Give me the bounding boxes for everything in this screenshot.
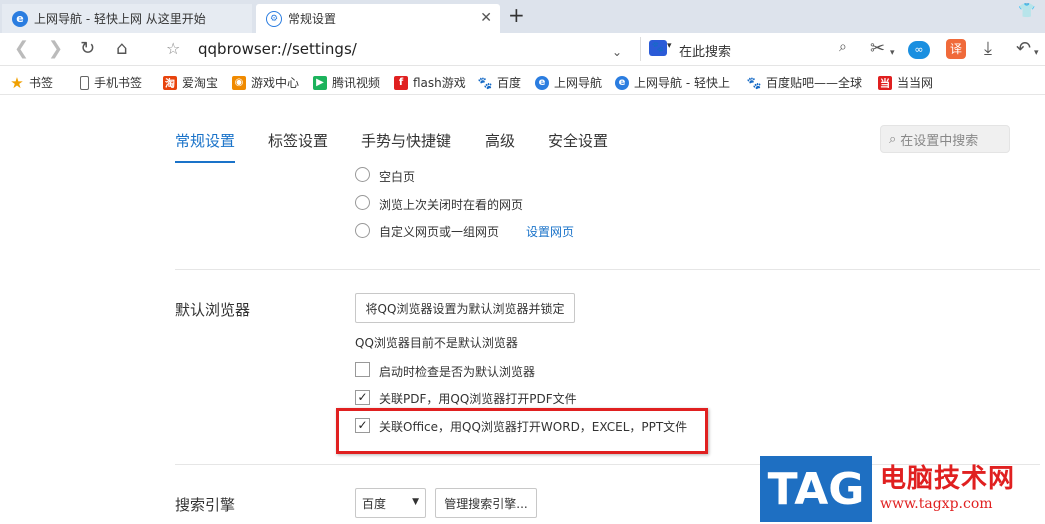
flash-icon: f: [394, 75, 408, 90]
translate-icon[interactable]: 译: [946, 39, 966, 59]
bookmark-label: 上网导航: [554, 76, 603, 90]
radio-blank-page[interactable]: [355, 167, 370, 182]
radio-custom-pages[interactable]: [355, 223, 370, 238]
forward-icon[interactable]: ❯: [48, 39, 63, 59]
bookmark-item[interactable]: ▶ 腾讯视频: [313, 74, 380, 91]
checkbox-label: 关联PDF，用QQ浏览器打开PDF文件: [379, 392, 577, 406]
chevron-down-icon[interactable]: ⌄: [612, 42, 622, 62]
checkbox-label: 启动时检查是否为默认浏览器: [379, 365, 536, 379]
search-box[interactable]: 🐾 ▾ 在此搜索 ⌕: [640, 37, 862, 61]
checkbox-check-default[interactable]: [355, 362, 370, 377]
tab-navigation[interactable]: e 上网导航 - 轻快上网 从这里开始: [2, 4, 252, 33]
bookmark-label: 上网导航 - 轻快上: [634, 76, 730, 90]
bookmark-label: 腾讯视频: [332, 76, 381, 90]
chevron-down-icon[interactable]: ▾: [667, 41, 672, 51]
watermark-logo: TAG: [760, 456, 872, 522]
bookmarks-bar: ★ 书签 手机书签 淘爱淘宝 ◉ 游戏中心 ▶ 腾讯视频 f flash游戏 🐾 百度 e…: [0, 67, 1045, 95]
scissors-icon[interactable]: ✂: [870, 39, 885, 59]
section-heading: 搜索引擎: [175, 496, 236, 514]
search-icon[interactable]: ⌕: [839, 39, 847, 55]
dangdang-icon: 当: [878, 75, 892, 90]
settings-search-input[interactable]: ⌕ 在设置中搜索: [880, 125, 1010, 153]
set-default-browser-button[interactable]: 将QQ浏览器设置为默认浏览器并锁定: [355, 293, 575, 323]
search-engine-select[interactable]: 百度 ▼: [355, 488, 426, 518]
address-bar[interactable]: qqbrowser://settings/: [198, 40, 357, 58]
back-icon[interactable]: ❮: [14, 39, 29, 59]
star-bookmark-icon[interactable]: ☆: [166, 39, 180, 59]
set-pages-link[interactable]: 设置网页: [526, 223, 574, 240]
toolbar: ❮ ❯ ↻ ⌂ ☆ qqbrowser://settings/ ⌄ 🐾 ▾ 在此…: [0, 33, 1045, 66]
radio-last-session[interactable]: [355, 195, 370, 210]
bookmark-item[interactable]: 当当当网: [878, 74, 933, 91]
bookmark-item[interactable]: 手机书签: [80, 74, 142, 91]
tab-advanced[interactable]: 高级: [485, 130, 515, 151]
bookmark-item[interactable]: 🐾 百度贴吧——全球: [747, 74, 862, 91]
option-label: 空白页: [379, 170, 416, 184]
section-heading: 默认浏览器: [175, 301, 251, 319]
undo-icon[interactable]: ↶: [1016, 39, 1031, 59]
settings-gear-icon: ⚙: [266, 10, 282, 27]
chevron-down-icon[interactable]: ▾: [1034, 43, 1039, 63]
tab-gestures-shortcuts[interactable]: 手势与快捷键: [361, 130, 451, 151]
chevron-down-icon[interactable]: ▾: [890, 43, 895, 63]
bookmark-label: flash游戏: [413, 76, 466, 90]
watermark-url: www.tagxp.com: [880, 496, 993, 512]
default-browser-status: QQ浏览器目前不是默认浏览器: [355, 336, 518, 350]
tab-label: 上网导航 - 轻快上网 从这里开始: [34, 12, 206, 26]
tab-bar: e 上网导航 - 轻快上网 从这里开始 ⚙ 常规设置 ✕ + 👕: [0, 0, 1045, 33]
settings-page: 常规设置 标签设置 手势与快捷键 高级 安全设置 ⌕ 在设置中搜索 空白页 浏览…: [0, 96, 1045, 524]
home-icon[interactable]: ⌂: [116, 39, 127, 59]
settings-search-placeholder: 在设置中搜索: [900, 133, 979, 149]
new-tab-icon[interactable]: +: [508, 3, 525, 27]
bookmark-label: 百度: [497, 76, 522, 90]
bookmark-label: 当当网: [897, 76, 934, 90]
search-input[interactable]: 在此搜索: [679, 41, 731, 60]
star-icon: ★: [10, 73, 24, 92]
video-icon: ▶: [313, 75, 327, 90]
highlight-box: [336, 408, 708, 454]
phone-icon: [80, 75, 89, 90]
taobao-icon: 淘: [163, 75, 177, 90]
ie-e-icon: e: [615, 75, 629, 90]
game-icon: ◉: [232, 75, 246, 90]
tab-tab-settings[interactable]: 标签设置: [268, 130, 328, 151]
search-icon: ⌕: [889, 131, 897, 147]
watermark-title: 电脑技术网: [880, 464, 1016, 494]
ie-e-icon: e: [535, 75, 549, 90]
active-tab-indicator: [175, 161, 235, 163]
bookmark-label: 爱淘宝: [182, 76, 219, 90]
bookmark-label: 书签: [29, 76, 54, 90]
tab-general-settings[interactable]: 常规设置: [175, 130, 235, 151]
skin-icon[interactable]: 👕: [1018, 3, 1035, 19]
download-icon[interactable]: ⤓: [984, 39, 992, 59]
tab-security-settings[interactable]: 安全设置: [548, 130, 608, 151]
bookmark-label: 手机书签: [94, 76, 143, 90]
extension-icon[interactable]: ∞: [908, 41, 930, 59]
divider: [175, 269, 1040, 270]
option-label: 浏览上次关闭时在看的网页: [379, 198, 524, 212]
bookmark-label: 百度贴吧——全球: [766, 76, 863, 90]
refresh-icon[interactable]: ↻: [80, 39, 95, 59]
bookmark-label: 游戏中心: [251, 76, 300, 90]
tab-label: 常规设置: [288, 12, 337, 26]
bookmark-item[interactable]: 淘爱淘宝: [163, 74, 218, 91]
baidu-paw-icon: 🐾: [477, 75, 493, 90]
bookmark-item[interactable]: e 上网导航: [535, 74, 602, 91]
baidu-paw-icon: 🐾: [746, 75, 762, 90]
option-label: 自定义网页或一组网页: [379, 225, 500, 239]
selected-engine: 百度: [362, 496, 387, 511]
close-tab-icon[interactable]: ✕: [480, 10, 492, 26]
bookmark-item[interactable]: f flash游戏: [394, 74, 466, 91]
ie-e-icon: e: [12, 10, 28, 27]
checkbox-assoc-pdf[interactable]: ✓: [355, 390, 370, 405]
bookmark-item[interactable]: 🐾 百度: [478, 74, 521, 91]
bookmark-item[interactable]: ◉ 游戏中心: [232, 74, 299, 91]
bookmark-item[interactable]: ★ 书签: [10, 73, 54, 92]
tab-settings[interactable]: ⚙ 常规设置 ✕: [256, 4, 500, 33]
baidu-paw-icon: 🐾: [649, 40, 667, 56]
bookmark-item[interactable]: e 上网导航 - 轻快上: [615, 74, 730, 91]
chevron-down-icon: ▼: [412, 497, 419, 507]
manage-search-engines-button[interactable]: 管理搜索引擎...: [435, 488, 537, 518]
